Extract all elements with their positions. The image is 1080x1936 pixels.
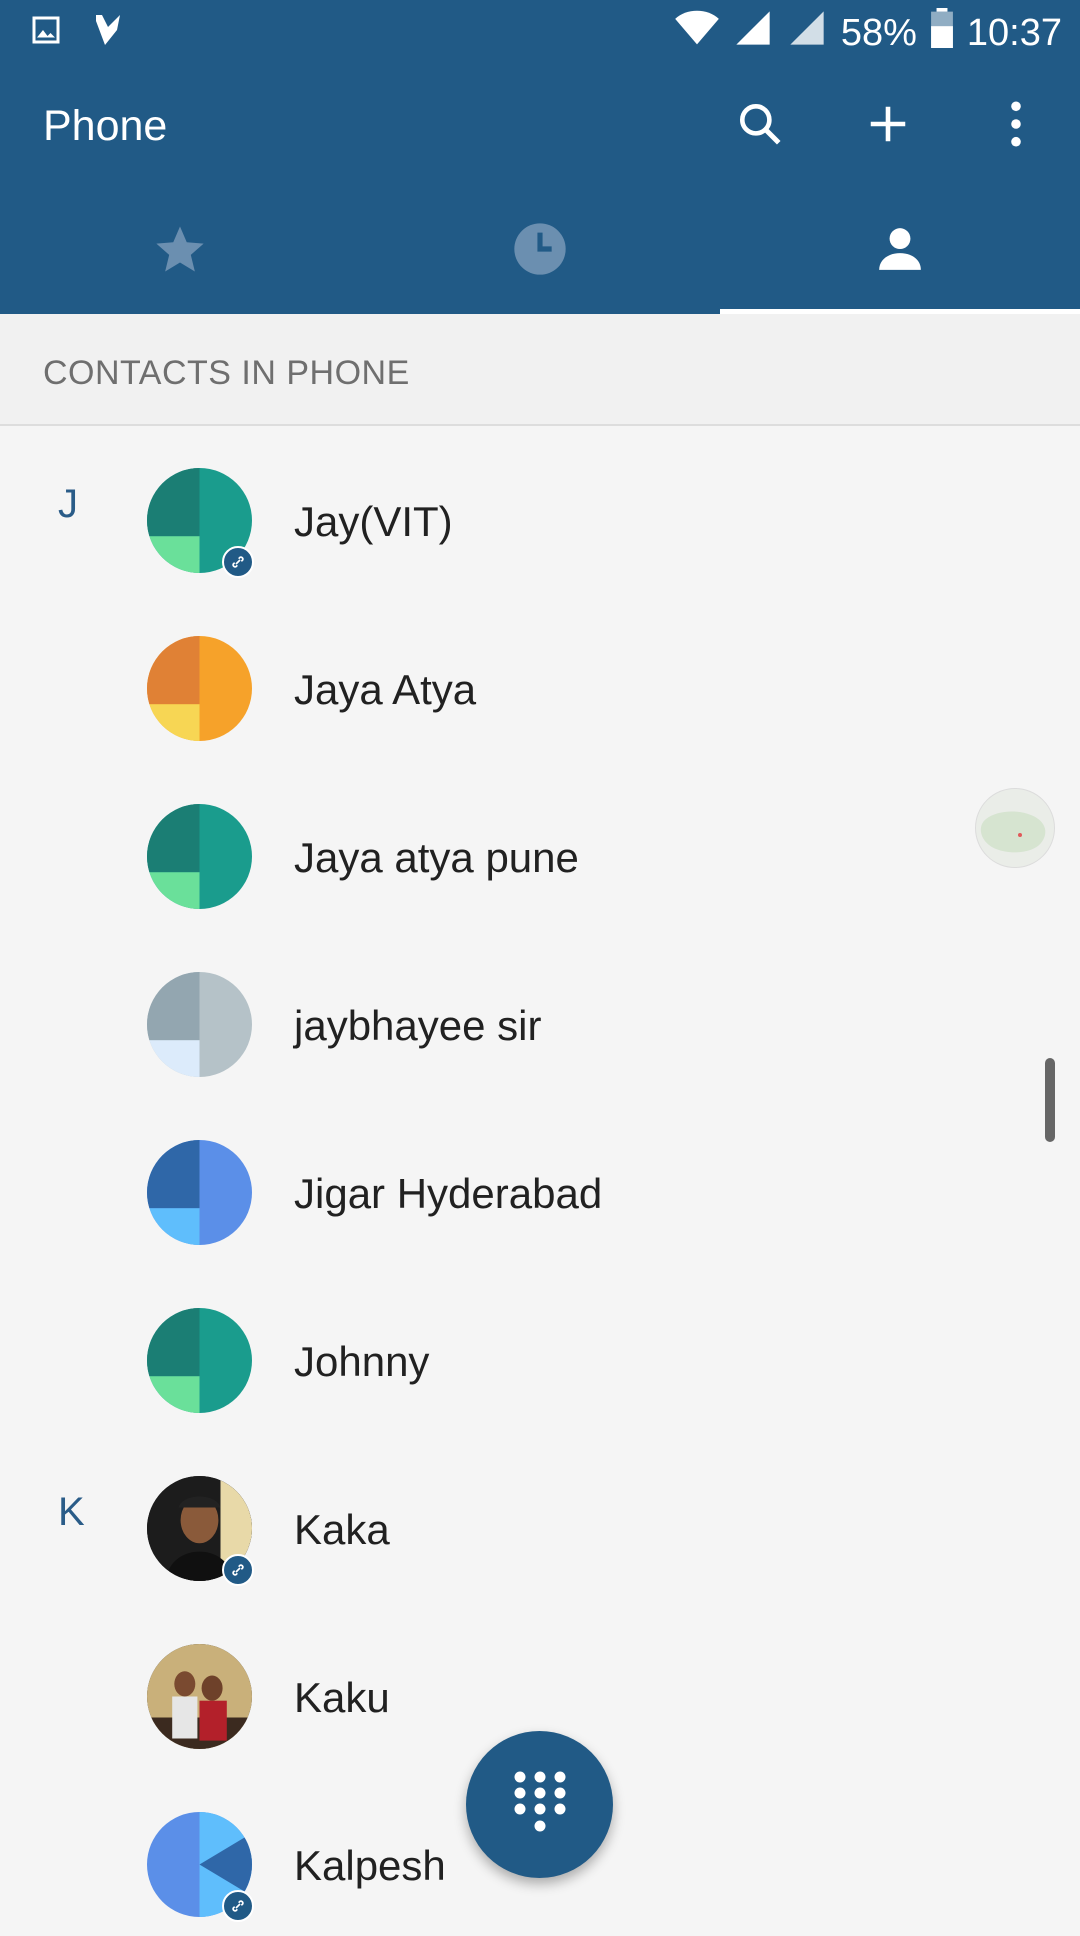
- signal-icon: [733, 8, 773, 58]
- clock-time: 10:37: [966, 11, 1062, 54]
- contact-row[interactable]: Jaya atya pune: [0, 760, 1080, 928]
- status-bar: 58% 10:37: [0, 0, 1080, 64]
- avatar: [147, 1644, 252, 1749]
- contact-row[interactable]: J Jay(VIT): [0, 424, 1080, 592]
- contact-name: jaybhayee sir: [294, 1002, 542, 1049]
- search-button[interactable]: [696, 64, 824, 188]
- clock-icon: [512, 221, 568, 282]
- avatar: [147, 804, 252, 909]
- avatar: [147, 636, 252, 741]
- more-vert-icon: [1006, 99, 1026, 154]
- wifi-icon: [675, 8, 719, 58]
- section-letter: J: [58, 482, 78, 526]
- contact-name: Jaya atya pune: [294, 834, 579, 881]
- contact-row[interactable]: Jigar Hyderabad: [0, 1096, 1080, 1264]
- link-icon: [222, 546, 254, 578]
- contact-list: J Jay(VIT) Jaya Atya Jaya atya pune jayb…: [0, 424, 1080, 1936]
- section-letter: K: [58, 1490, 85, 1534]
- link-icon: [222, 1554, 254, 1586]
- contact-name: Kaka: [294, 1506, 390, 1553]
- contact-name: Kaku: [294, 1674, 390, 1721]
- floating-map-bubble[interactable]: [975, 788, 1055, 868]
- contact-name: Jay(VIT): [294, 498, 453, 545]
- contact-row[interactable]: Jaya Atya: [0, 592, 1080, 760]
- contact-name: Kalpesh: [294, 1842, 446, 1889]
- tab-contacts[interactable]: [720, 188, 1080, 314]
- avatar: [147, 972, 252, 1077]
- battery-percent: 58%: [840, 11, 917, 54]
- page-title: Phone: [43, 102, 168, 150]
- avatar: [147, 1308, 252, 1413]
- appbar-actions: [696, 64, 1080, 188]
- person-icon: [875, 224, 925, 279]
- contact-row[interactable]: jaybhayee sir: [0, 928, 1080, 1096]
- section-header: CONTACTS IN PHONE: [0, 314, 1080, 426]
- status-right-icons: 58% 10:37: [675, 8, 1062, 58]
- dialpad-icon: [512, 1769, 568, 1840]
- link-icon: [222, 1890, 254, 1922]
- scrollbar-thumb[interactable]: [1045, 1058, 1055, 1142]
- contact-name: Johnny: [294, 1338, 430, 1385]
- add-icon: [865, 101, 911, 152]
- check-icon: [90, 12, 126, 53]
- tab-favorites[interactable]: [0, 188, 360, 314]
- battery-icon: [930, 8, 953, 58]
- image-icon: [28, 12, 64, 53]
- more-options-button[interactable]: [952, 64, 1080, 188]
- tab-bar: [0, 188, 1080, 314]
- star-icon: [153, 222, 207, 281]
- contact-name: Jigar Hyderabad: [294, 1170, 603, 1217]
- contact-row[interactable]: Johnny: [0, 1264, 1080, 1432]
- avatar: [147, 1140, 252, 1245]
- search-icon: [735, 99, 785, 154]
- status-left-icons: [28, 12, 126, 53]
- tab-recents[interactable]: [360, 188, 720, 314]
- contact-row[interactable]: K Kaka: [0, 1432, 1080, 1600]
- app-bar: Phone: [0, 64, 1080, 188]
- add-contact-button[interactable]: [824, 64, 952, 188]
- dialpad-button[interactable]: [466, 1731, 613, 1878]
- signal-roaming-icon: [787, 8, 827, 58]
- contact-name: Jaya Atya: [294, 666, 477, 713]
- section-title: CONTACTS IN PHONE: [43, 354, 410, 392]
